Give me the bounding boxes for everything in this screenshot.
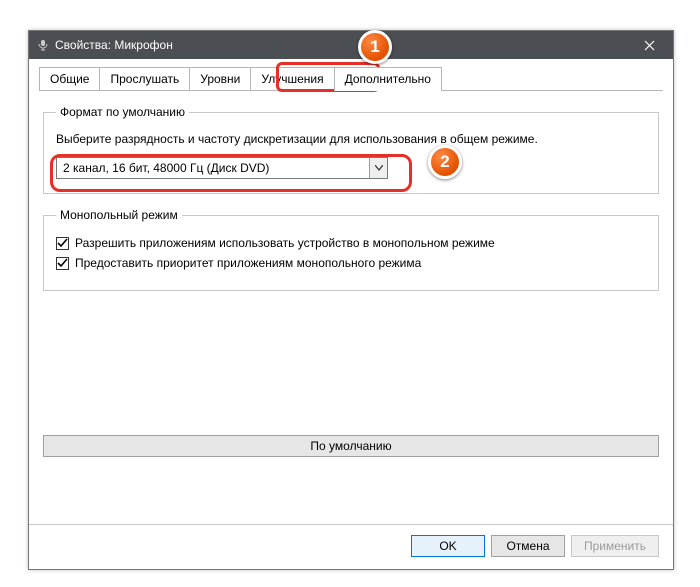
tab-general[interactable]: Общие bbox=[39, 67, 100, 91]
tab-advanced[interactable]: Дополнительно bbox=[334, 67, 442, 91]
checkbox-priority-label: Предоставить приоритет приложениям моноп… bbox=[75, 256, 421, 270]
microphone-icon bbox=[37, 39, 49, 51]
cancel-button[interactable]: Отмена bbox=[491, 535, 565, 557]
tab-listen[interactable]: Прослушать bbox=[99, 67, 190, 91]
apply-button[interactable]: Применить bbox=[571, 535, 659, 557]
tab-levels[interactable]: Уровни bbox=[189, 67, 251, 91]
titlebar[interactable]: Свойства: Микрофон bbox=[29, 31, 673, 59]
checkbox-allow-exclusive-label: Разрешить приложениям использовать устро… bbox=[75, 236, 495, 250]
default-format-hint: Выберите разрядность и частоту дискретиз… bbox=[56, 131, 646, 147]
tab-enhancements[interactable]: Улучшения bbox=[250, 67, 334, 91]
chevron-down-icon[interactable] bbox=[369, 158, 387, 178]
group-exclusive-legend: Монопольный режим bbox=[56, 208, 182, 222]
group-exclusive-mode: Монопольный режим Разрешить приложениям … bbox=[43, 208, 659, 291]
separator bbox=[29, 524, 673, 525]
window-title: Свойства: Микрофон bbox=[55, 38, 629, 52]
checkbox-allow-exclusive-row[interactable]: Разрешить приложениям использовать устро… bbox=[56, 236, 646, 250]
ok-button[interactable]: OK bbox=[411, 535, 485, 557]
tab-strip: Общие Прослушать Уровни Улучшения Дополн… bbox=[29, 59, 673, 91]
default-format-combo[interactable]: 2 канал, 16 бит, 48000 Гц (Диск DVD) bbox=[56, 157, 388, 179]
client-area: Формат по умолчанию Выберите разрядность… bbox=[29, 91, 673, 569]
group-default-format-legend: Формат по умолчанию bbox=[56, 105, 189, 119]
checkbox-allow-exclusive[interactable] bbox=[56, 237, 69, 250]
default-format-value: 2 канал, 16 бит, 48000 Гц (Диск DVD) bbox=[57, 161, 369, 175]
checkbox-priority-exclusive[interactable] bbox=[56, 257, 69, 270]
group-default-format: Формат по умолчанию Выберите разрядность… bbox=[43, 105, 659, 194]
dialog-buttons: OK Отмена Применить bbox=[43, 535, 659, 559]
close-button[interactable] bbox=[629, 31, 669, 59]
restore-defaults-button[interactable]: По умолчанию bbox=[43, 435, 659, 457]
properties-window: Свойства: Микрофон Общие Прослушать Уров… bbox=[28, 30, 674, 570]
checkbox-priority-row[interactable]: Предоставить приоритет приложениям моноп… bbox=[56, 256, 646, 270]
